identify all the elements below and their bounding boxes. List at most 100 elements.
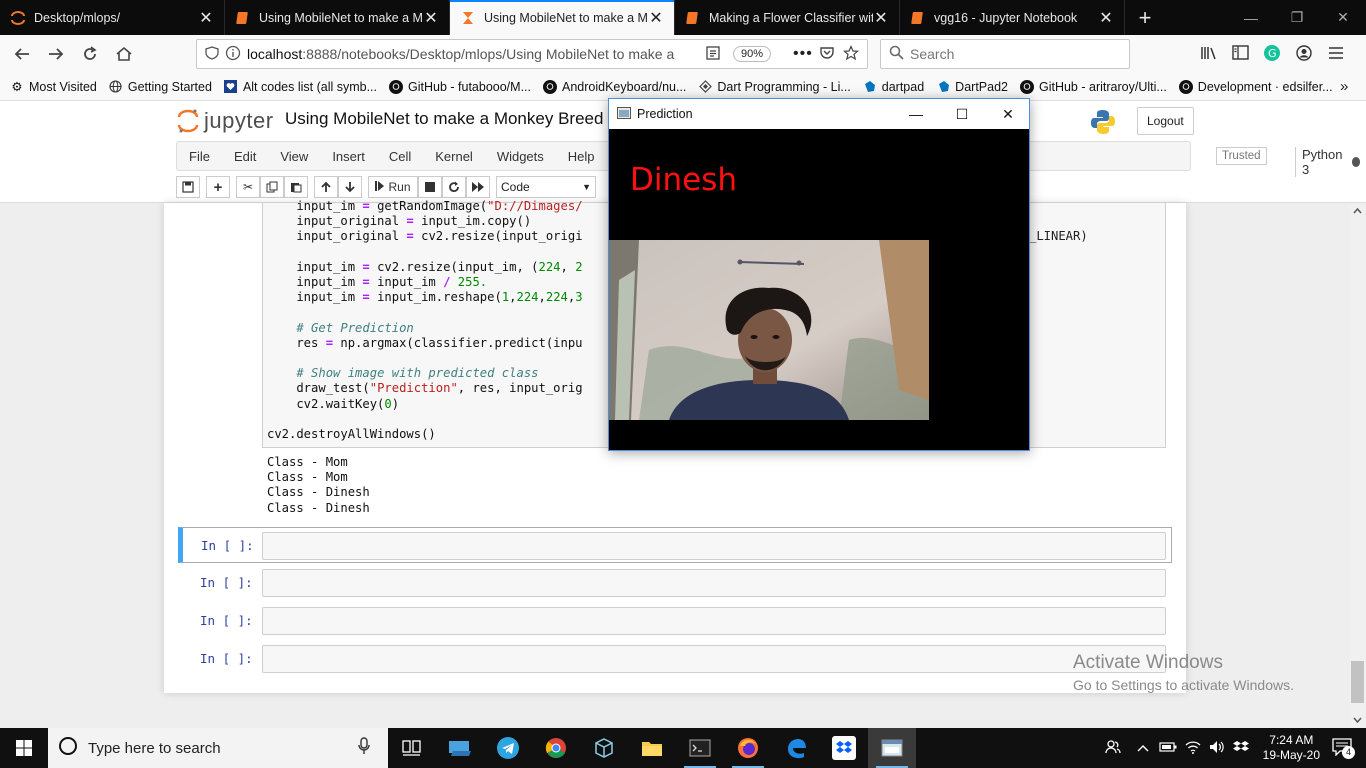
task-view-icon[interactable]	[388, 728, 436, 768]
taskbar-search-input[interactable]: Type here to search	[48, 728, 388, 768]
taskbar-clock[interactable]: 7:24 AM 19-May-20	[1263, 733, 1320, 763]
terminal-icon[interactable]	[676, 728, 724, 768]
minimize-icon[interactable]: —	[893, 99, 939, 129]
cell-input[interactable]	[262, 607, 1166, 635]
restore-icon[interactable]: ❐	[1274, 0, 1320, 35]
telegram-icon[interactable]	[484, 728, 532, 768]
bookmark-item[interactable]: dartpad	[863, 80, 924, 94]
save-icon[interactable]	[176, 176, 200, 198]
bookmark-item[interactable]: ⚙ Most Visited	[10, 80, 96, 95]
close-window-icon[interactable]: ✕	[1320, 0, 1366, 35]
volume-icon[interactable]	[1209, 740, 1225, 757]
code-cell-empty[interactable]: In [ ]:	[178, 565, 1172, 601]
close-tab-icon[interactable]: ✕	[1098, 8, 1114, 28]
close-tab-icon[interactable]: ✕	[648, 8, 664, 28]
trusted-indicator[interactable]: Trusted	[1216, 147, 1267, 165]
pc-icon[interactable]	[436, 728, 484, 768]
close-tab-icon[interactable]: ✕	[873, 8, 889, 28]
dropbox-tray-icon[interactable]	[1232, 740, 1249, 757]
bookmark-star-icon[interactable]	[842, 44, 867, 64]
url-bar[interactable]: localhost:8888/notebooks/Desktop/mlops/U…	[196, 39, 868, 69]
cell-input[interactable]	[262, 569, 1166, 597]
bookmark-item[interactable]: AndroidKeyboard/nu...	[543, 79, 686, 94]
grammarly-icon[interactable]: G	[1264, 44, 1284, 64]
prediction-window[interactable]: Prediction — ☐ ✕ Dinesh	[608, 98, 1030, 451]
forward-icon[interactable]	[40, 38, 72, 70]
zoom-level[interactable]: 90%	[732, 46, 771, 62]
menu-kernel[interactable]: Kernel	[423, 149, 485, 164]
reader-view-icon[interactable]	[705, 45, 733, 64]
browser-tab[interactable]: Making a Flower Classifier with ✕	[675, 0, 900, 35]
minimize-icon[interactable]: —	[1228, 0, 1274, 35]
url-text[interactable]: localhost:8888/notebooks/Desktop/mlops/U…	[247, 46, 705, 62]
search-input[interactable]: Search	[880, 39, 1130, 69]
bookmark-item[interactable]: Getting Started	[109, 80, 212, 94]
fast-forward-icon[interactable]	[466, 176, 490, 198]
chevron-right-icon[interactable]: »	[1340, 78, 1348, 95]
notebook-name[interactable]: Using MobileNet to make a Monkey Breed	[285, 109, 603, 129]
bookmark-item[interactable]: GitHub - futabooo/M...	[389, 79, 531, 94]
new-tab-icon[interactable]: +	[1125, 0, 1165, 35]
restart-icon[interactable]	[442, 176, 466, 198]
chrome-icon[interactable]	[532, 728, 580, 768]
bookmark-item[interactable]: Development · edsilfer...	[1178, 79, 1333, 94]
back-icon[interactable]	[6, 38, 38, 70]
maximize-icon[interactable]: ☐	[939, 99, 985, 129]
cell-input[interactable]	[262, 645, 1166, 673]
battery-icon[interactable]	[1159, 741, 1177, 756]
notifications-icon[interactable]: 4	[1332, 737, 1355, 759]
paste-icon[interactable]	[284, 176, 308, 198]
page-scrollbar[interactable]	[1349, 203, 1366, 728]
file-explorer-icon[interactable]	[628, 728, 676, 768]
dropbox-icon[interactable]	[832, 736, 856, 760]
code-cell-empty[interactable]: In [ ]:	[178, 641, 1172, 677]
sidebar-icon[interactable]	[1232, 45, 1252, 63]
library-icon[interactable]	[1200, 45, 1220, 64]
close-icon[interactable]: ✕	[985, 99, 1031, 129]
browser-tab[interactable]: Desktop/mlops/ ✕	[0, 0, 225, 35]
reload-icon[interactable]	[74, 38, 106, 70]
menu-edit[interactable]: Edit	[222, 149, 268, 164]
code-cell-empty[interactable]: In [ ]:	[178, 603, 1172, 639]
menu-insert[interactable]: Insert	[320, 149, 377, 164]
windows-start-icon[interactable]	[0, 728, 48, 768]
logout-button[interactable]: Logout	[1137, 107, 1194, 135]
jupyter-logo[interactable]: jupyter	[176, 107, 274, 135]
bookmark-item[interactable]: GitHub - aritraroy/Ulti...	[1019, 79, 1167, 94]
move-down-icon[interactable]	[338, 176, 362, 198]
microphone-icon[interactable]	[358, 737, 370, 759]
info-icon[interactable]	[225, 45, 247, 64]
run-button[interactable]: Run	[368, 176, 418, 198]
insert-cell-icon[interactable]: +	[206, 176, 230, 198]
cell-input[interactable]	[262, 532, 1166, 560]
menu-file[interactable]: File	[177, 149, 222, 164]
browser-tab-active[interactable]: Using MobileNet to make a Mo ✕	[450, 0, 675, 35]
people-icon[interactable]	[1104, 739, 1121, 758]
shield-icon[interactable]	[205, 45, 225, 63]
account-icon[interactable]	[1296, 44, 1316, 64]
code-cell-empty[interactable]: In [ ]:	[178, 527, 1172, 563]
python-window-icon[interactable]	[868, 728, 916, 768]
copy-icon[interactable]	[260, 176, 284, 198]
scrollbar-thumb[interactable]	[1351, 661, 1364, 703]
3d-box-icon[interactable]	[580, 728, 628, 768]
menu-widgets[interactable]: Widgets	[485, 149, 556, 164]
bookmark-item[interactable]: Alt codes list (all symb...	[224, 80, 377, 94]
menu-view[interactable]: View	[268, 149, 320, 164]
menu-icon[interactable]	[1328, 46, 1348, 63]
prediction-titlebar[interactable]: Prediction — ☐ ✕	[609, 99, 1029, 129]
close-tab-icon[interactable]: ✕	[423, 8, 439, 28]
menu-cell[interactable]: Cell	[377, 149, 423, 164]
bookmark-item[interactable]: DartPad2	[936, 80, 1008, 94]
bookmark-item[interactable]: Dart Programming - Li...	[698, 80, 851, 94]
wifi-icon[interactable]	[1185, 740, 1201, 757]
chevron-up-icon[interactable]	[1137, 741, 1149, 755]
pocket-icon[interactable]	[819, 45, 843, 64]
close-tab-icon[interactable]: ✕	[198, 8, 214, 28]
browser-tab[interactable]: vgg16 - Jupyter Notebook ✕	[900, 0, 1125, 35]
stop-icon[interactable]	[418, 176, 442, 198]
page-actions-icon[interactable]: •••	[793, 45, 819, 63]
home-icon[interactable]	[108, 38, 140, 70]
cut-icon[interactable]: ✂	[236, 176, 260, 198]
menu-help[interactable]: Help	[556, 149, 607, 164]
